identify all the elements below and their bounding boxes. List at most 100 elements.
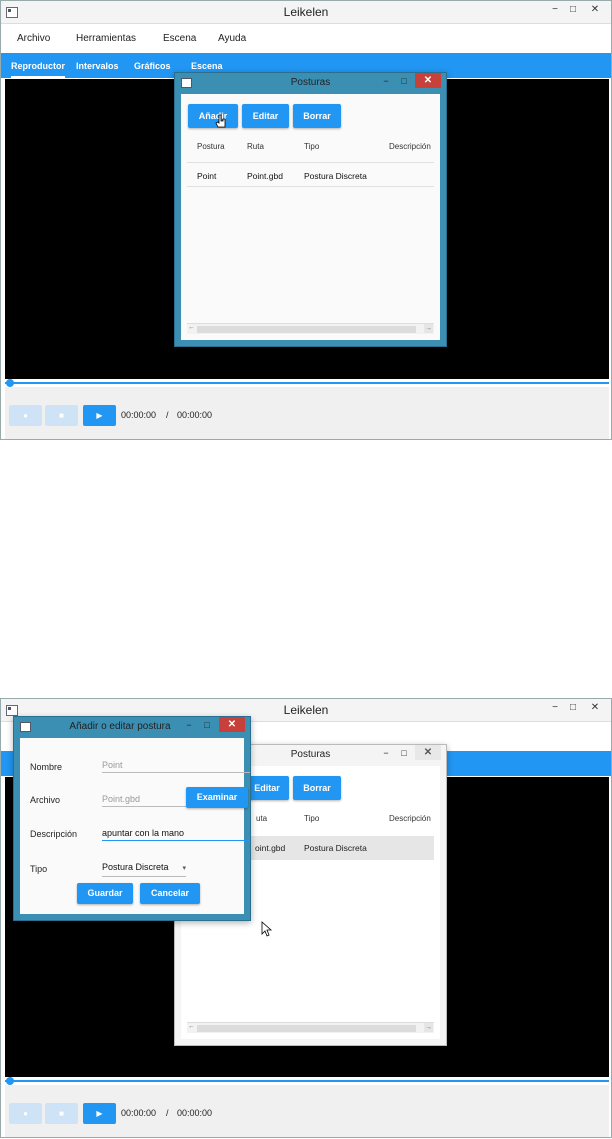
edit-dialog-title-bar: Añadir o editar postura − □ ✕ bbox=[14, 717, 250, 737]
posturas-dialog: Posturas − □ ✕ Añadir Editar Borrar Post… bbox=[174, 72, 447, 347]
chevron-down-icon: ▾ bbox=[182, 865, 186, 872]
col-tipo[interactable]: Tipo bbox=[304, 142, 319, 151]
menu-escena[interactable]: Escena bbox=[163, 33, 196, 44]
stop-button[interactable]: ■ bbox=[45, 405, 78, 426]
screenshot-1: Leikelen − □ ✕ Archivo Herramientas Esce… bbox=[0, 0, 612, 440]
stop-button[interactable]: ■ bbox=[45, 1103, 78, 1124]
maximize-button[interactable]: □ bbox=[564, 701, 582, 715]
tipo-label: Tipo bbox=[30, 864, 48, 874]
horizontal-scrollbar[interactable]: ← → bbox=[187, 323, 434, 334]
stop-icon: ■ bbox=[59, 411, 64, 420]
edit-close-button[interactable]: ✕ bbox=[219, 717, 245, 732]
time-separator: / bbox=[166, 1108, 169, 1118]
cell-postura: Point bbox=[197, 171, 217, 181]
posturas-maximize-button[interactable]: □ bbox=[397, 74, 411, 88]
posturas-minimize-button[interactable]: − bbox=[379, 746, 393, 760]
scroll-right-icon[interactable]: → bbox=[424, 1023, 433, 1032]
cancel-button[interactable]: Cancelar bbox=[140, 883, 200, 904]
edit-maximize-button[interactable]: □ bbox=[200, 718, 214, 732]
delete-button[interactable]: Borrar bbox=[293, 104, 341, 128]
cell-tipo: Postura Discreta bbox=[304, 843, 367, 853]
save-button[interactable]: Guardar bbox=[77, 883, 133, 904]
edit-button[interactable]: Editar bbox=[242, 104, 289, 128]
current-time: 00:00:00 bbox=[121, 1108, 157, 1118]
descripcion-label: Descripción bbox=[30, 829, 78, 839]
col-ruta[interactable]: uta bbox=[256, 814, 267, 823]
play-button[interactable]: ▶ bbox=[83, 405, 116, 426]
col-postura[interactable]: Postura bbox=[197, 142, 225, 151]
timeline-slider[interactable] bbox=[5, 382, 609, 384]
posturas-maximize-button[interactable]: □ bbox=[397, 746, 411, 760]
examinar-button[interactable]: Examinar bbox=[186, 787, 248, 808]
col-ruta[interactable]: Ruta bbox=[247, 142, 264, 151]
play-icon: ▶ bbox=[96, 1109, 103, 1118]
cell-ruta: Point.gbd bbox=[247, 171, 283, 181]
posturas-close-button[interactable]: ✕ bbox=[415, 73, 441, 88]
delete-button[interactable]: Borrar bbox=[293, 776, 341, 800]
record-button[interactable]: ● bbox=[9, 405, 42, 426]
timeline-knob[interactable] bbox=[6, 1077, 14, 1085]
scroll-left-icon[interactable]: ← bbox=[188, 1023, 195, 1030]
header-divider bbox=[187, 162, 434, 163]
current-time: 00:00:00 bbox=[121, 410, 157, 420]
tab-graficos[interactable]: Gráficos bbox=[134, 61, 171, 71]
hand-cursor-icon bbox=[215, 114, 226, 128]
close-button[interactable]: ✕ bbox=[586, 701, 604, 715]
minimize-button[interactable]: − bbox=[546, 701, 564, 715]
play-icon: ▶ bbox=[96, 411, 103, 420]
window-title: Leikelen bbox=[283, 5, 329, 19]
window-title: Leikelen bbox=[283, 703, 329, 717]
stop-icon: ■ bbox=[59, 1109, 64, 1118]
col-tipo[interactable]: Tipo bbox=[304, 814, 319, 823]
edit-dialog-body: Nombre Archivo Examinar Descripción Tipo… bbox=[20, 738, 250, 914]
tab-escena[interactable]: Escena bbox=[191, 61, 223, 71]
nombre-field[interactable] bbox=[102, 758, 250, 773]
total-time: 00:00:00 bbox=[177, 1108, 213, 1118]
menu-bar: Archivo Herramientas Escena Ayuda bbox=[1, 24, 611, 52]
edit-button[interactable]: Editar bbox=[245, 776, 289, 800]
minimize-button[interactable]: − bbox=[546, 3, 564, 17]
total-time: 00:00:00 bbox=[177, 410, 213, 420]
posturas-title-bar: Posturas − □ ✕ bbox=[175, 73, 446, 93]
posturas-close-button[interactable]: ✕ bbox=[415, 745, 441, 760]
menu-archivo[interactable]: Archivo bbox=[17, 33, 50, 44]
scroll-track[interactable] bbox=[197, 1025, 416, 1032]
tipo-select[interactable]: Postura Discreta ▾ bbox=[102, 862, 186, 877]
add-button[interactable]: Añadir bbox=[188, 104, 238, 128]
archivo-field[interactable] bbox=[102, 792, 186, 807]
timeline-slider[interactable] bbox=[5, 1080, 609, 1082]
cell-ruta: oint.gbd bbox=[255, 843, 286, 853]
menu-ayuda[interactable]: Ayuda bbox=[218, 33, 246, 44]
timeline-knob[interactable] bbox=[6, 379, 14, 387]
edit-minimize-button[interactable]: − bbox=[182, 718, 196, 732]
descripcion-field[interactable] bbox=[102, 826, 250, 841]
record-icon: ● bbox=[23, 411, 28, 420]
close-button[interactable]: ✕ bbox=[586, 3, 604, 17]
maximize-button[interactable]: □ bbox=[564, 3, 582, 17]
title-bar: Leikelen − □ ✕ bbox=[1, 1, 611, 24]
archivo-label: Archivo bbox=[30, 795, 61, 805]
scroll-left-icon[interactable]: ← bbox=[188, 324, 195, 331]
posturas-minimize-button[interactable]: − bbox=[379, 74, 393, 88]
player-controls: ● ■ ▶ 00:00:00 / 00:00:00 bbox=[5, 387, 609, 439]
arrow-cursor-icon bbox=[261, 921, 273, 937]
cell-tipo: Postura Discreta bbox=[304, 171, 367, 181]
tab-reproductor[interactable]: Reproductor bbox=[11, 61, 65, 78]
edit-posture-dialog: Añadir o editar postura − □ ✕ Nombre Arc… bbox=[13, 716, 251, 921]
menu-herramientas[interactable]: Herramientas bbox=[76, 33, 136, 44]
play-button[interactable]: ▶ bbox=[83, 1103, 116, 1124]
screenshot-2: Leikelen − □ ✕ ● ■ ▶ 00:00:00 / 00:00:00… bbox=[0, 698, 612, 1138]
col-descripcion[interactable]: Descripción bbox=[389, 814, 431, 823]
horizontal-scrollbar[interactable]: ← → bbox=[187, 1022, 434, 1033]
scroll-right-icon[interactable]: → bbox=[424, 324, 433, 333]
tipo-value: Postura Discreta bbox=[102, 862, 169, 872]
time-separator: / bbox=[166, 410, 169, 420]
tab-intervalos[interactable]: Intervalos bbox=[76, 61, 119, 71]
scroll-track[interactable] bbox=[197, 326, 416, 333]
record-icon: ● bbox=[23, 1109, 28, 1118]
nombre-label: Nombre bbox=[30, 762, 63, 772]
posturas-body: Añadir Editar Borrar Postura Ruta Tipo D… bbox=[181, 94, 440, 340]
record-button[interactable]: ● bbox=[9, 1103, 42, 1124]
player-controls: ● ■ ▶ 00:00:00 / 00:00:00 bbox=[5, 1085, 609, 1137]
col-descripcion[interactable]: Descripción bbox=[389, 142, 431, 151]
